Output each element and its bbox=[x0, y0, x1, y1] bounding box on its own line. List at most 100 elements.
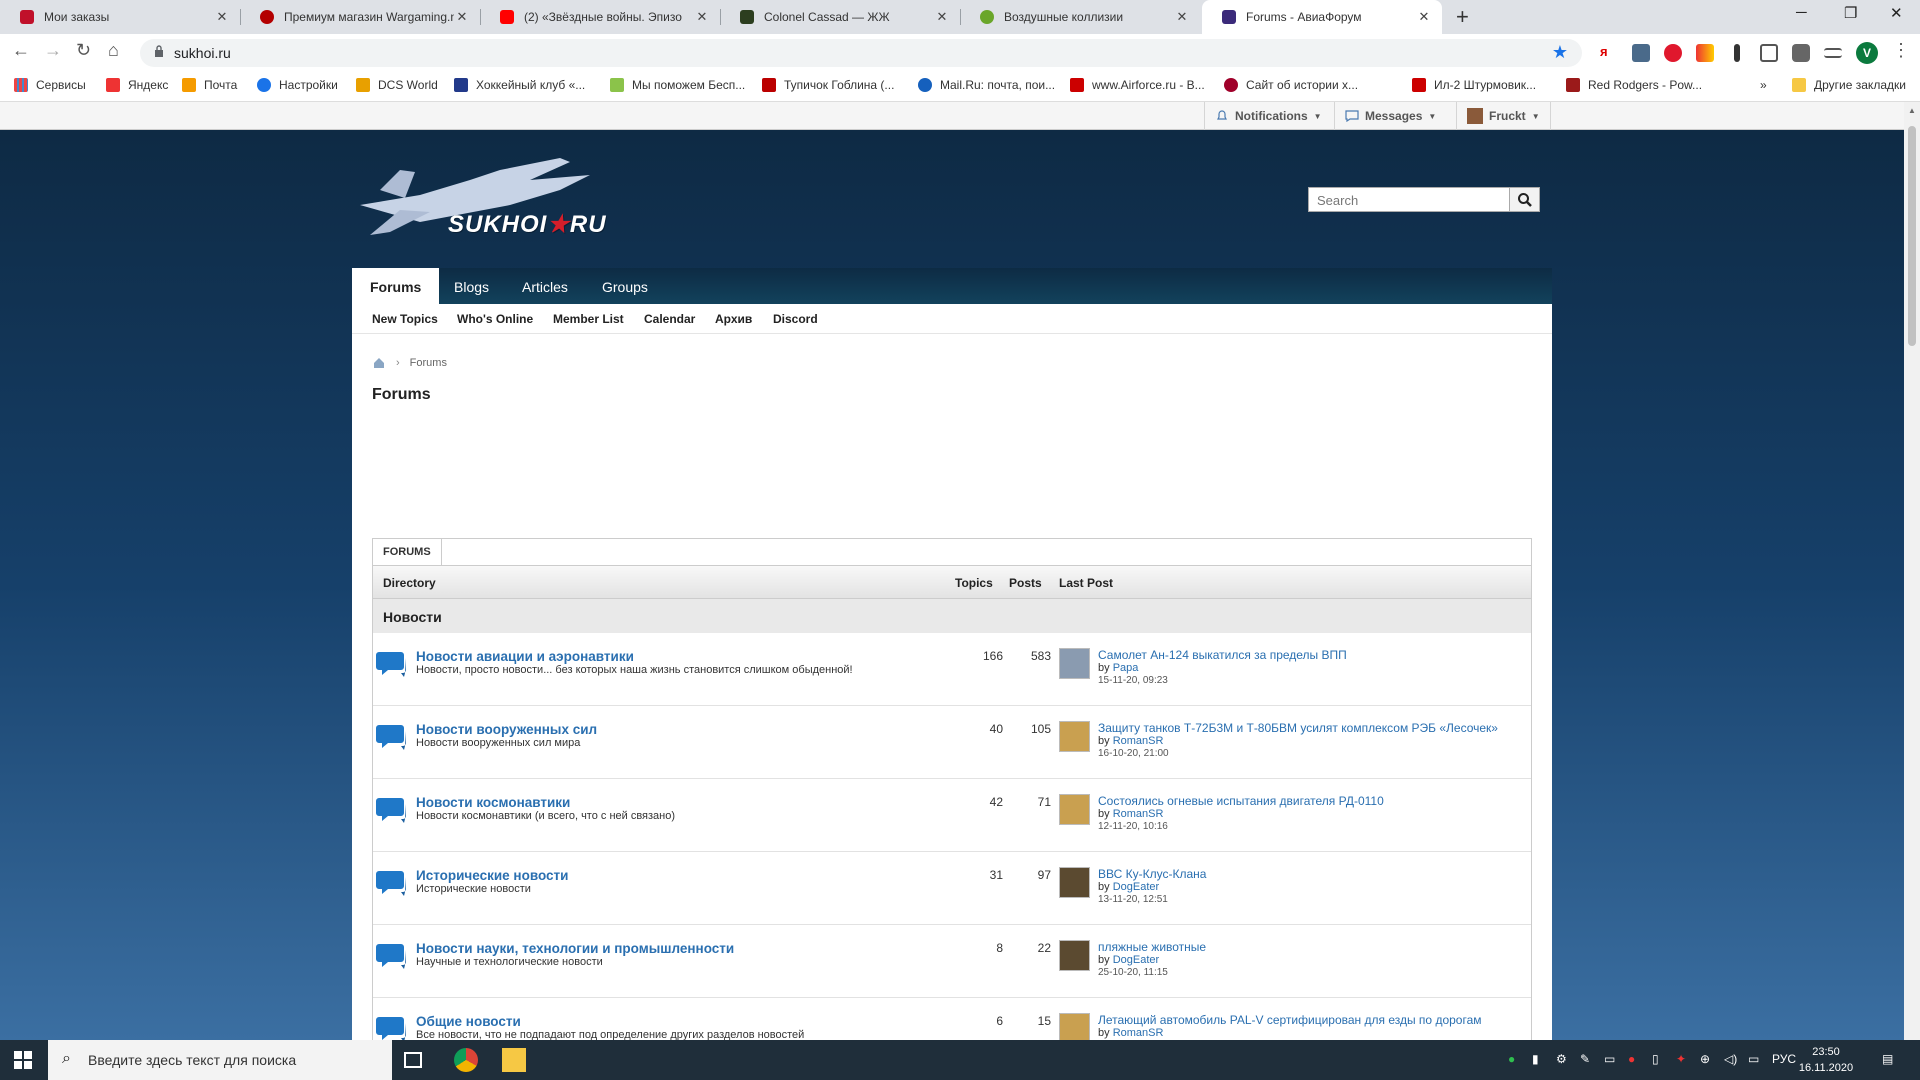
bookmark-item[interactable]: Сервисы bbox=[14, 78, 86, 92]
tab-close-icon[interactable]: ✕ bbox=[214, 9, 230, 25]
notifications-menu[interactable]: Notifications ▼ bbox=[1204, 102, 1332, 130]
tab-blogs[interactable]: Blogs bbox=[454, 268, 489, 304]
tab-close-icon[interactable]: ✕ bbox=[454, 9, 470, 25]
subnav-archive[interactable]: Архив bbox=[715, 312, 752, 326]
subnav-calendar[interactable]: Calendar bbox=[644, 312, 695, 326]
home-icon[interactable] bbox=[372, 356, 386, 370]
forum-title-link[interactable]: Общие новости bbox=[416, 1014, 521, 1029]
windows-start-icon[interactable] bbox=[14, 1051, 32, 1069]
last-post-link[interactable]: Самолет Ан-124 выкатился за пределы ВПП bbox=[1098, 648, 1347, 662]
author-link[interactable]: DogEater bbox=[1113, 881, 1159, 893]
forum-title-link[interactable]: Новости авиации и аэронавтики bbox=[416, 649, 634, 664]
menu-icon[interactable]: ⋮ bbox=[1892, 40, 1910, 61]
url-text[interactable]: sukhoi.ru bbox=[174, 45, 231, 61]
bookmark-item[interactable]: Mail.Ru: почта, пои... bbox=[918, 78, 1055, 92]
tray-icon[interactable]: ● bbox=[1628, 1052, 1635, 1066]
bookmark-star-icon[interactable]: ★ bbox=[1552, 42, 1568, 63]
file-explorer-icon[interactable] bbox=[502, 1048, 526, 1072]
task-view-icon[interactable] bbox=[404, 1052, 422, 1068]
browser-tab[interactable]: Мои заказы ✕ bbox=[0, 0, 240, 34]
opera-ext-icon[interactable] bbox=[1664, 44, 1682, 62]
subnav-new-topics[interactable]: New Topics bbox=[372, 312, 438, 326]
network-icon[interactable]: ▭ bbox=[1748, 1052, 1759, 1066]
bookmark-item[interactable]: DCS World bbox=[356, 78, 438, 92]
maximize-button[interactable]: ❐ bbox=[1844, 4, 1857, 22]
subnav-whos-online[interactable]: Who's Online bbox=[457, 312, 533, 326]
page-scrollbar[interactable]: ▲ bbox=[1904, 102, 1920, 1040]
last-post-link[interactable]: ВВС Ку-Клус-Клана bbox=[1098, 867, 1206, 881]
tab-forums[interactable]: Forums bbox=[352, 268, 440, 304]
bookmark-item[interactable]: Сайт об истории х... bbox=[1224, 78, 1358, 92]
search-input[interactable]: Search ▼ bbox=[1308, 187, 1540, 212]
bookmark-item[interactable]: Ил-2 Штурмовик... bbox=[1412, 78, 1536, 92]
ext-icon[interactable] bbox=[1696, 44, 1714, 62]
tab-groups[interactable]: Groups bbox=[602, 268, 648, 304]
puzzle-icon[interactable] bbox=[1792, 44, 1810, 62]
clock[interactable]: 23:50 16.11.2020 bbox=[1796, 1044, 1856, 1076]
tray-icon[interactable]: ✎ bbox=[1580, 1052, 1590, 1066]
ext-icon[interactable] bbox=[1760, 44, 1778, 62]
yandex-ext-icon[interactable]: я bbox=[1600, 44, 1618, 62]
last-poster-avatar[interactable] bbox=[1059, 794, 1090, 825]
browser-tab-active[interactable]: Forums - АвиаФорум ✕ bbox=[1202, 0, 1442, 34]
tab-articles[interactable]: Articles bbox=[522, 268, 568, 304]
tab-close-icon[interactable]: ✕ bbox=[934, 9, 950, 25]
scrollbar-thumb[interactable] bbox=[1908, 126, 1916, 346]
pin-ext-icon[interactable] bbox=[1734, 44, 1740, 62]
language-indicator[interactable]: РУС bbox=[1772, 1052, 1796, 1066]
author-link[interactable]: Papa bbox=[1113, 662, 1139, 674]
tray-icon[interactable]: ▭ bbox=[1604, 1052, 1615, 1066]
new-tab-button[interactable]: + bbox=[1456, 4, 1469, 30]
messages-menu[interactable]: Messages ▼ bbox=[1334, 102, 1446, 130]
browser-tab[interactable]: Премиум магазин Wargaming.n ✕ bbox=[240, 0, 480, 34]
bookmark-item[interactable]: Почта bbox=[182, 78, 237, 92]
widget-tab-forums[interactable]: FORUMS bbox=[373, 539, 442, 566]
bookmark-item[interactable]: Хоккейный клуб «... bbox=[454, 78, 585, 92]
forward-icon[interactable]: → bbox=[44, 40, 62, 61]
last-poster-avatar[interactable] bbox=[1059, 940, 1090, 971]
tray-icon[interactable]: ▯ bbox=[1652, 1052, 1659, 1066]
user-menu[interactable]: Fruckt ▼ bbox=[1456, 102, 1551, 130]
author-link[interactable]: RomanSR bbox=[1113, 808, 1164, 820]
last-poster-avatar[interactable] bbox=[1059, 867, 1090, 898]
forum-title-link[interactable]: Новости вооруженных сил bbox=[416, 722, 597, 737]
home-icon[interactable]: ⌂ bbox=[108, 40, 119, 61]
address-bar[interactable]: sukhoi.ru ★ bbox=[140, 39, 1582, 67]
reload-icon[interactable]: ↻ bbox=[76, 40, 91, 61]
author-link[interactable]: DogEater bbox=[1113, 954, 1159, 966]
other-bookmarks[interactable]: Другие закладки bbox=[1792, 78, 1906, 92]
bookmark-item[interactable]: www.Airforce.ru - В... bbox=[1070, 78, 1205, 92]
tray-icon[interactable]: ● bbox=[1508, 1052, 1515, 1066]
forum-title-link[interactable]: Новости космонавтики bbox=[416, 795, 570, 810]
subnav-discord[interactable]: Discord bbox=[773, 312, 818, 326]
last-post-link[interactable]: Летающий автомобиль PAL-V сертифицирован… bbox=[1098, 1013, 1482, 1027]
breadcrumb-forums[interactable]: Forums bbox=[410, 357, 447, 369]
tray-icon[interactable]: ⚙ bbox=[1556, 1052, 1567, 1066]
tray-icon[interactable]: ⊕ bbox=[1700, 1052, 1710, 1066]
tray-icon[interactable]: ▮ bbox=[1532, 1052, 1539, 1066]
browser-tab[interactable]: Colonel Cassad — ЖЖ ✕ bbox=[720, 0, 960, 34]
author-link[interactable]: RomanSR bbox=[1113, 735, 1164, 747]
last-post-link[interactable]: Защиту танков Т-72Б3М и Т-80БВМ усилят к… bbox=[1098, 721, 1498, 735]
tray-icon[interactable]: ✦ bbox=[1676, 1052, 1686, 1066]
tab-close-icon[interactable]: ✕ bbox=[694, 9, 710, 25]
close-window-button[interactable]: ✕ bbox=[1890, 4, 1903, 22]
more-bookmarks-button[interactable]: » bbox=[1760, 78, 1767, 92]
chrome-icon[interactable] bbox=[454, 1048, 478, 1072]
media-icon[interactable] bbox=[1824, 48, 1842, 58]
profile-avatar[interactable]: V bbox=[1856, 42, 1878, 64]
bookmark-item[interactable]: Red Rodgers - Pow... bbox=[1566, 78, 1702, 92]
last-poster-avatar[interactable] bbox=[1059, 721, 1090, 752]
ext-icon[interactable] bbox=[1632, 44, 1650, 62]
back-icon[interactable]: ← bbox=[12, 40, 30, 61]
last-poster-avatar[interactable] bbox=[1059, 648, 1090, 679]
search-button[interactable] bbox=[1509, 187, 1540, 212]
tab-close-icon[interactable]: ✕ bbox=[1174, 9, 1190, 25]
subnav-member-list[interactable]: Member List bbox=[553, 312, 624, 326]
notifications-icon[interactable]: ▤ bbox=[1882, 1052, 1893, 1066]
bookmark-item[interactable]: Яндекс bbox=[106, 78, 168, 92]
last-post-link[interactable]: Состоялись огневые испытания двигателя Р… bbox=[1098, 794, 1384, 808]
taskbar-search-input[interactable]: ⌕ Введите здесь текст для поиска bbox=[48, 1040, 392, 1080]
volume-icon[interactable]: ◁) bbox=[1724, 1052, 1737, 1066]
forum-title-link[interactable]: Новости науки, технологии и промышленнос… bbox=[416, 941, 734, 956]
